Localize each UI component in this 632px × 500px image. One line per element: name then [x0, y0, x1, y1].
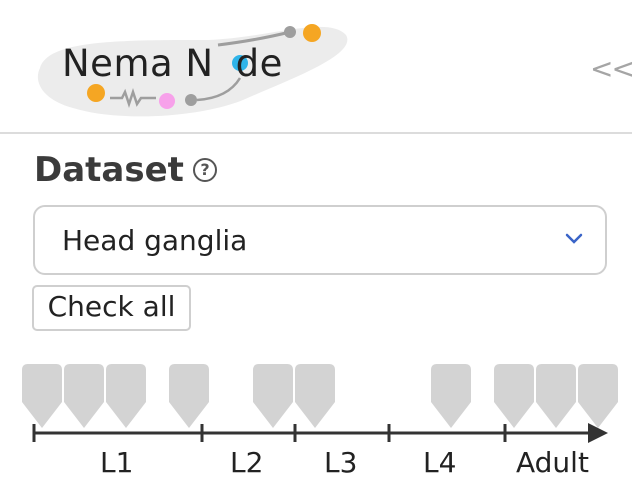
stage-label-adult: Adult	[516, 446, 589, 479]
check-all-button[interactable]: Check all	[32, 285, 191, 331]
dataset-marker[interactable]	[253, 364, 293, 428]
dataset-marker[interactable]	[106, 364, 146, 428]
chevron-down-icon	[565, 233, 583, 244]
stage-label-l3: L3	[324, 446, 358, 479]
dataset-marker[interactable]	[431, 364, 471, 428]
dataset-select-value: Head ganglia	[62, 224, 248, 257]
dataset-marker[interactable]	[169, 364, 209, 428]
dataset-marker[interactable]	[494, 364, 534, 428]
question-circle-icon[interactable]: ?	[193, 158, 217, 182]
dataset-marker[interactable]	[64, 364, 104, 428]
stage-label-l4: L4	[423, 446, 457, 479]
dataset-marker[interactable]	[295, 364, 335, 428]
dataset-marker[interactable]	[536, 364, 576, 428]
dataset-select[interactable]: Head ganglia	[33, 205, 607, 275]
logo-wordmark: Nema Nde	[62, 42, 283, 85]
dataset-heading: Dataset	[34, 150, 184, 190]
dataset-marker[interactable]	[578, 364, 618, 428]
dataset-marker[interactable]	[22, 364, 62, 428]
collapse-sidebar-button[interactable]: <<	[590, 52, 632, 85]
stage-label-l1: L1	[100, 446, 134, 479]
sidebar-header: Nema Nde <<	[0, 0, 632, 134]
stage-label-l2: L2	[230, 446, 264, 479]
